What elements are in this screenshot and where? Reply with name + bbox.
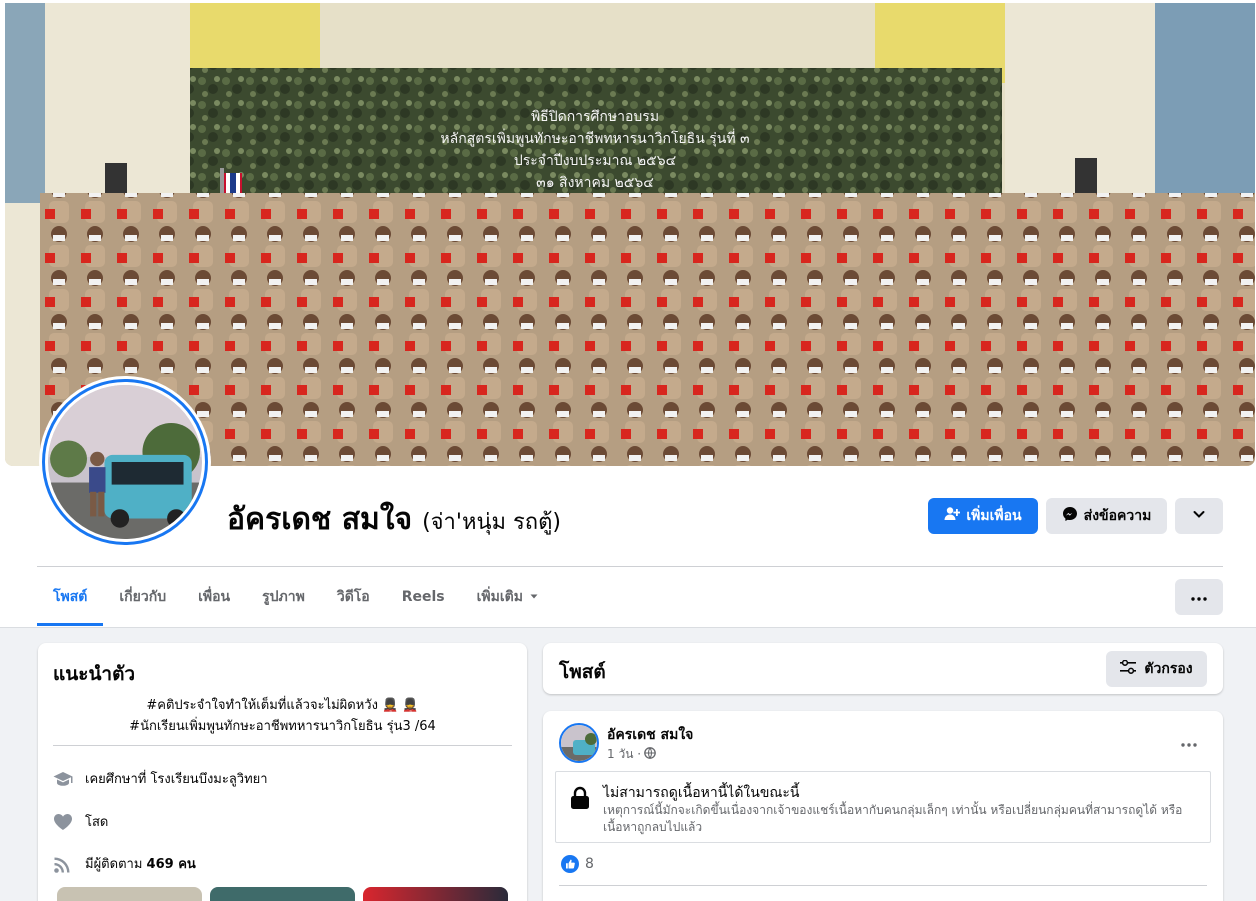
followers-prefix: มีผู้ติดตาม: [85, 857, 143, 872]
followers-text[interactable]: มีผู้ติดตาม 469 คน: [85, 853, 196, 874]
avatar-image: [48, 385, 202, 539]
bio: #คติประจำใจทำให้เต็มที่แล้วจะไม่ผิดหวัง …: [53, 695, 512, 737]
post-card: อัครเดช สมใจ 1 วัน · ไม่สามารถดูเนื้อหาน…: [543, 711, 1223, 901]
add-friend-button[interactable]: เพิ่มเพื่อน: [928, 498, 1038, 534]
intro-title: แนะนำตัว: [53, 663, 136, 685]
post-reactions[interactable]: 8: [561, 855, 594, 873]
message-label: ส่งข้อความ: [1083, 508, 1152, 524]
education-text[interactable]: เคยศึกษาที่ โรงเรียนบึงมะลูวิทยา: [85, 768, 268, 789]
tab-friends[interactable]: เพื่อน: [182, 568, 246, 626]
featured-thumbnail[interactable]: [363, 887, 508, 901]
globe-icon: [644, 747, 656, 762]
profile-nickname: (จ่า'หนุ่ม รถตู้): [422, 510, 561, 535]
posts-title: โพสต์: [559, 661, 606, 683]
like-icon: [561, 855, 579, 873]
profile-header: พิธีปิดการศึกษาอบรม หลักสูตรเพิ่มพูนทักษ…: [0, 0, 1256, 628]
content-unavailable-box: ไม่สามารถดูเนื้อหานี้ได้ในขณะนี้ เหตุการ…: [555, 771, 1211, 843]
tab-posts[interactable]: โพสต์: [37, 568, 104, 626]
tab-label: เพิ่มเติม: [476, 589, 523, 605]
filter-button[interactable]: ตัวกรอง: [1106, 651, 1207, 687]
banner-line-2: หลักสูตรเพิ่มพูนทักษะอาชีพทหารนาวิกโยธิน…: [440, 129, 749, 147]
bio-line: #นักเรียนเพิ่มพูนทักษะอาชีพทหารนาวิกโยธิ…: [129, 719, 436, 734]
profile-name: อัครเดช สมใจ: [227, 502, 413, 537]
header-bottom-border: [0, 627, 1256, 628]
profile-name-row: อัครเดช สมใจ (จ่า'หนุ่ม รถตู้): [227, 496, 561, 543]
post-options-button[interactable]: [1171, 729, 1207, 753]
tab-about[interactable]: เกี่ยวกับ: [103, 568, 182, 626]
info-education: เคยศึกษาที่ โรงเรียนบึงมะลูวิทยา: [53, 768, 268, 789]
tab-photos[interactable]: รูปภาพ: [246, 568, 321, 626]
post-author-name[interactable]: อัครเดช สมใจ: [607, 724, 693, 746]
info-relationship: โสด: [53, 811, 108, 832]
post-divider: [559, 885, 1207, 886]
header-divider: [37, 566, 1223, 567]
unavailable-title: ไม่สามารถดูเนื้อหานี้ได้ในขณะนี้: [603, 785, 800, 801]
featured-thumbnail[interactable]: [57, 887, 202, 901]
tab-label: โพสต์: [53, 589, 88, 605]
posts-header-card: โพสต์ ตัวกรอง: [543, 643, 1223, 694]
tab-reels[interactable]: Reels: [386, 568, 461, 626]
tab-label: เกี่ยวกับ: [119, 589, 167, 605]
featured-thumbnail[interactable]: [210, 887, 355, 901]
tab-videos[interactable]: วิดีโอ: [321, 568, 386, 626]
add-friend-icon: [944, 506, 961, 526]
more-dots-icon: [1191, 589, 1207, 605]
filter-label: ตัวกรอง: [1144, 661, 1193, 677]
unavailable-description: เหตุการณ์นี้มักจะเกิดขึ้นเนื่องจากเจ้าขอ…: [603, 803, 1183, 834]
banner-line-4: ๓๑ สิงหาคม ๒๕๖๔: [536, 175, 654, 191]
tab-more[interactable]: เพิ่มเติม: [461, 568, 555, 626]
intro-card: แนะนำตัว #คติประจำใจทำให้เต็มที่แล้วจะไม…: [38, 643, 527, 901]
cover-photo[interactable]: พิธีปิดการศึกษาอบรม หลักสูตรเพิ่มพูนทักษ…: [5, 3, 1255, 466]
lock-icon: [570, 786, 590, 814]
rss-icon: [53, 854, 73, 874]
tab-label: เพื่อน: [198, 589, 231, 605]
banner-line-1: พิธีปิดการศึกษาอบรม: [531, 109, 659, 125]
info-followers: มีผู้ติดตาม 469 คน: [53, 853, 196, 874]
like-count: 8: [585, 856, 594, 872]
tabs-more-button[interactable]: [1175, 579, 1223, 615]
tab-label: รูปภาพ: [262, 589, 305, 605]
tab-label: วิดีโอ: [336, 589, 370, 605]
graduation-cap-icon: [53, 769, 73, 789]
featured-thumbnails: [57, 887, 508, 901]
post-meta: 1 วัน ·: [607, 745, 656, 764]
post-author-avatar[interactable]: [559, 723, 599, 763]
add-friend-label: เพิ่มเพื่อน: [966, 508, 1022, 524]
more-dots-icon: [1181, 732, 1197, 751]
profile-tabs: โพสต์ เกี่ยวกับ เพื่อน รูปภาพ วิดีโอ Ree…: [37, 568, 555, 626]
relationship-text: โสด: [85, 815, 109, 830]
profile-more-button[interactable]: [1175, 498, 1223, 534]
message-button[interactable]: ส่งข้อความ: [1046, 498, 1167, 534]
cover-image: พิธีปิดการศึกษาอบรม หลักสูตรเพิ่มพูนทักษ…: [5, 3, 1255, 466]
post-time[interactable]: 1 วัน ·: [607, 745, 641, 764]
messenger-icon: [1062, 506, 1078, 526]
banner-line-3: ประจำปีงบประมาณ ๒๕๖๔: [514, 153, 676, 169]
chevron-down-icon: [1192, 507, 1206, 525]
avatar-image: [561, 725, 597, 761]
followers-count: 469 คน: [146, 857, 196, 872]
bio-line: #คติประจำใจทำให้เต็มที่แล้วจะไม่ผิดหวัง …: [146, 698, 419, 713]
profile-avatar[interactable]: [39, 376, 211, 548]
bio-divider: [53, 745, 512, 746]
tab-label: Reels: [401, 589, 445, 605]
caret-down-icon: [529, 589, 539, 605]
heart-icon: [53, 812, 73, 832]
filter-sliders-icon: [1120, 659, 1137, 678]
